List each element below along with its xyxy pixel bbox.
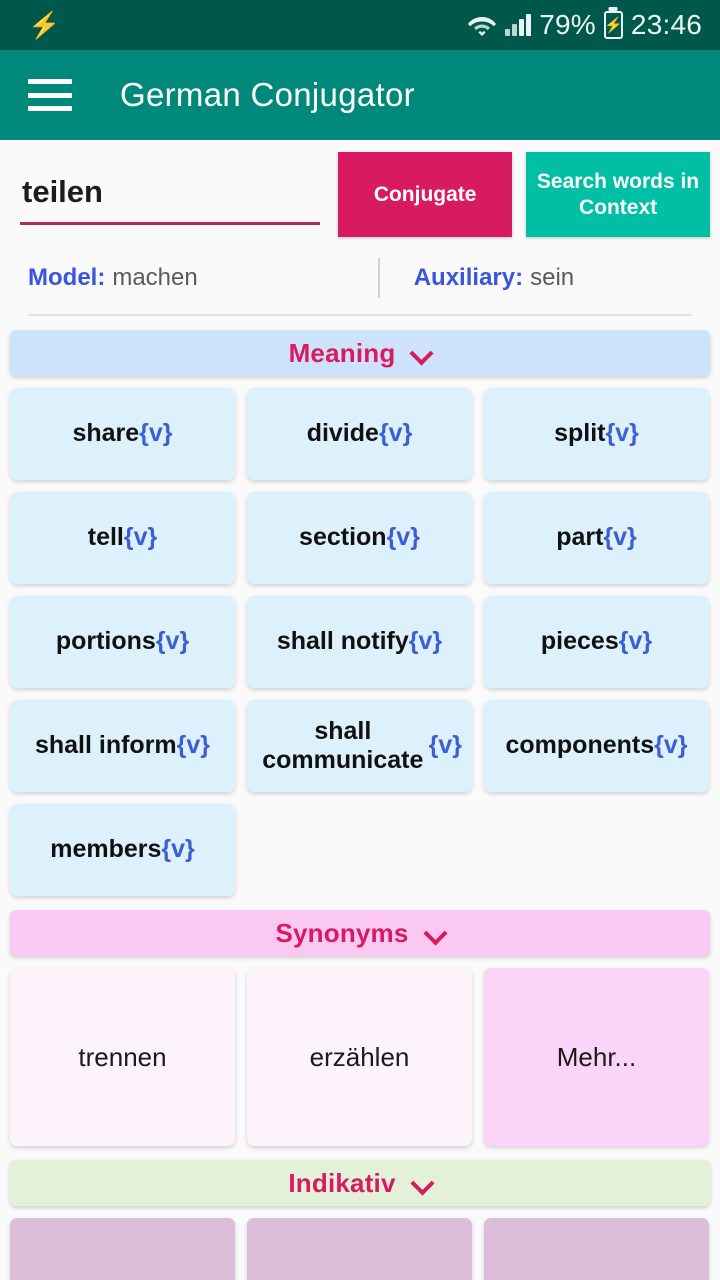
meaning-card-grid: share {v} divide {v} split {v} tell {v} sect… bbox=[0, 376, 720, 896]
section-title-synonyms: Synonyms bbox=[275, 917, 409, 948]
chevron-down-icon bbox=[425, 923, 445, 943]
part-of-speech-tag: {v} bbox=[428, 731, 462, 760]
battery-charging-icon: ⚡ bbox=[603, 11, 623, 39]
tense-card-grid: PräsensPräteritumFutur I bbox=[0, 1206, 720, 1280]
synonym-more-card[interactable]: Mehr... bbox=[484, 968, 709, 1146]
meaning-word: shall notify bbox=[276, 627, 409, 656]
synonym-card[interactable]: erzählen bbox=[247, 968, 472, 1146]
status-bar-right: 79% ⚡ 23:46 bbox=[467, 9, 702, 41]
tense-card[interactable]: Präteritum bbox=[247, 1218, 472, 1280]
meaning-word: section bbox=[299, 523, 387, 552]
status-bar-left: ⚡ bbox=[28, 12, 61, 38]
synonym-card[interactable]: trennen bbox=[10, 968, 235, 1146]
meaning-card[interactable]: shall inform {v} bbox=[10, 700, 235, 792]
part-of-speech-tag: {v} bbox=[408, 627, 443, 656]
model-value: machen bbox=[112, 264, 198, 291]
search-zone: Conjugate Search words in Context Model:… bbox=[0, 140, 720, 316]
part-of-speech-tag: {v} bbox=[123, 523, 158, 552]
status-bar: ⚡ 79% ⚡ 23:46 bbox=[0, 0, 720, 50]
wifi-icon bbox=[467, 13, 497, 37]
meaning-card[interactable]: share {v} bbox=[10, 388, 235, 480]
meaning-card[interactable]: components {v} bbox=[484, 700, 709, 792]
meaning-word: components bbox=[505, 731, 655, 760]
meaning-card[interactable]: pieces {v} bbox=[484, 596, 709, 688]
meaning-word: divide bbox=[306, 419, 379, 448]
section-title-meaning: Meaning bbox=[288, 337, 396, 368]
model-info[interactable]: Model: machen bbox=[28, 264, 198, 292]
meta-underline bbox=[28, 314, 692, 316]
lightning-bolt-icon: ⚡ bbox=[28, 10, 61, 40]
part-of-speech-tag: {v} bbox=[161, 835, 195, 864]
tense-card[interactable]: Präsens bbox=[10, 1218, 235, 1280]
battery-percent-label: 79% bbox=[539, 9, 596, 40]
part-of-speech-tag: {v} bbox=[386, 523, 420, 552]
auxiliary-label: Auxiliary: bbox=[413, 264, 524, 291]
meaning-word: members bbox=[50, 835, 162, 864]
part-of-speech-tag: {v} bbox=[618, 627, 653, 656]
section-header-meaning[interactable]: Meaning bbox=[10, 330, 710, 376]
part-of-speech-tag: {v} bbox=[378, 419, 413, 448]
part-of-speech-tag: {v} bbox=[139, 419, 173, 448]
meaning-card[interactable]: divide {v} bbox=[247, 388, 472, 480]
part-of-speech-tag: {v} bbox=[605, 419, 639, 448]
app-bar: German Conjugator bbox=[0, 50, 720, 140]
meaning-word: shall inform bbox=[34, 731, 177, 760]
tense-card[interactable]: Futur I bbox=[484, 1218, 709, 1280]
meaning-card[interactable]: shall communicate {v} bbox=[247, 700, 472, 792]
meta-divider bbox=[377, 258, 380, 298]
meaning-card[interactable]: tell {v} bbox=[10, 492, 235, 584]
section-header-synonyms[interactable]: Synonyms bbox=[10, 910, 710, 956]
search-row: Conjugate Search words in Context bbox=[0, 152, 720, 244]
meaning-card[interactable]: split {v} bbox=[484, 388, 709, 480]
synonym-label: erzählen bbox=[309, 1041, 410, 1072]
meaning-word: pieces bbox=[540, 627, 619, 656]
synonym-card-grid: trennen erzählen Mehr... bbox=[0, 956, 720, 1146]
model-label: Model: bbox=[28, 264, 106, 291]
meaning-card[interactable]: part {v} bbox=[484, 492, 709, 584]
section-title-indikativ: Indikativ bbox=[288, 1167, 396, 1198]
hamburger-menu-icon[interactable] bbox=[28, 79, 72, 111]
signal-bars-icon bbox=[505, 14, 532, 36]
part-of-speech-tag: {v} bbox=[603, 523, 637, 552]
search-words-in-context-button[interactable]: Search words in Context bbox=[526, 152, 710, 237]
verb-search-input[interactable] bbox=[20, 174, 320, 225]
meaning-word: portions bbox=[55, 627, 156, 656]
auxiliary-info[interactable]: Auxiliary: sein bbox=[414, 264, 574, 292]
verb-input-wrapper bbox=[20, 152, 326, 225]
meaning-card[interactable]: portions {v} bbox=[10, 596, 235, 688]
meaning-word: split bbox=[554, 419, 606, 448]
conjugate-button[interactable]: Conjugate bbox=[338, 152, 513, 237]
meaning-word: share bbox=[72, 419, 140, 448]
meta-row: Model: machen Auxiliary: sein bbox=[0, 254, 720, 302]
clock-label: 23:46 bbox=[630, 9, 702, 40]
chevron-down-icon bbox=[412, 1173, 432, 1193]
auxiliary-value: sein bbox=[530, 264, 575, 291]
meaning-card[interactable]: shall notify {v} bbox=[247, 596, 472, 688]
meaning-word: shall communicate bbox=[262, 716, 424, 775]
page-title: German Conjugator bbox=[120, 76, 415, 113]
part-of-speech-tag: {v} bbox=[654, 731, 688, 760]
meaning-card[interactable]: section {v} bbox=[247, 492, 472, 584]
chevron-down-icon bbox=[411, 343, 431, 363]
meaning-word: part bbox=[556, 523, 604, 552]
meaning-word: tell bbox=[87, 523, 124, 552]
app-root: ⚡ 79% ⚡ 23:46 German Conjugator teilen C… bbox=[0, 0, 720, 1280]
synonym-label: trennen bbox=[78, 1041, 167, 1072]
meaning-card[interactable]: members {v} bbox=[10, 804, 235, 896]
part-of-speech-tag: {v} bbox=[155, 627, 190, 656]
section-header-indikativ[interactable]: Indikativ bbox=[10, 1160, 710, 1206]
synonym-label: Mehr... bbox=[556, 1041, 637, 1072]
part-of-speech-tag: {v} bbox=[176, 731, 211, 760]
